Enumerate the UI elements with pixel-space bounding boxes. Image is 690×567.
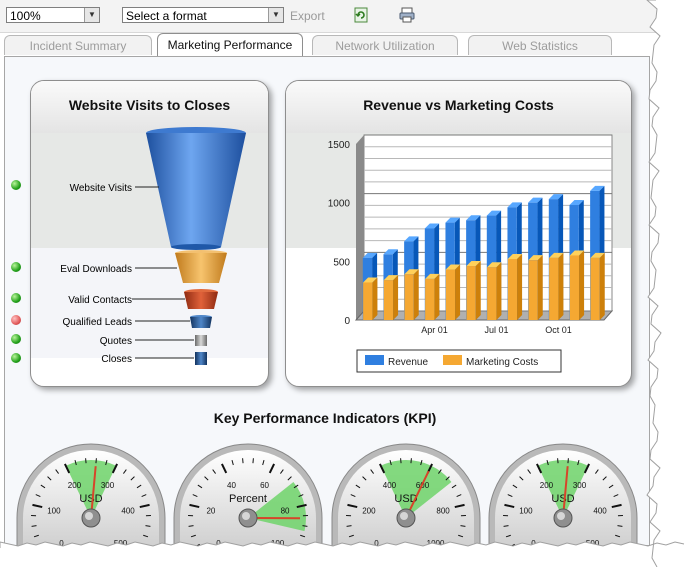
torn-edge-decoration xyxy=(0,0,690,567)
